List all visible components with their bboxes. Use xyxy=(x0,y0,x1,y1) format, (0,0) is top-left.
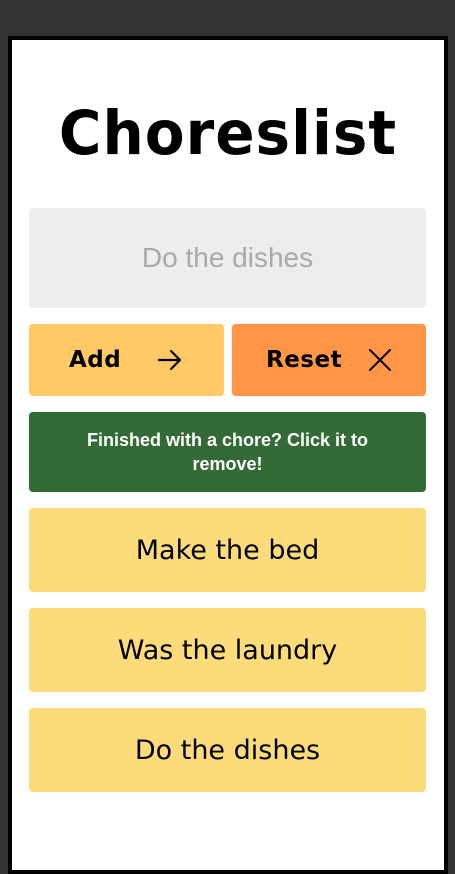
arrow-right-icon xyxy=(156,346,184,374)
chore-item[interactable]: Was the laundry xyxy=(29,608,426,692)
chore-item[interactable]: Do the dishes xyxy=(29,708,426,792)
add-button[interactable]: Add xyxy=(29,324,224,396)
app-frame: Choreslist Add Reset Finished with a cho… xyxy=(8,36,448,874)
add-button-label: Add xyxy=(69,347,122,373)
chore-item[interactable]: Make the bed xyxy=(29,508,426,592)
reset-button[interactable]: Reset xyxy=(232,324,426,396)
instruction-banner: Finished with a chore? Click it to remov… xyxy=(29,412,426,492)
chore-input[interactable] xyxy=(29,208,426,308)
close-icon xyxy=(366,346,394,374)
page-title: Choreslist xyxy=(58,97,398,169)
reset-button-label: Reset xyxy=(266,347,343,373)
